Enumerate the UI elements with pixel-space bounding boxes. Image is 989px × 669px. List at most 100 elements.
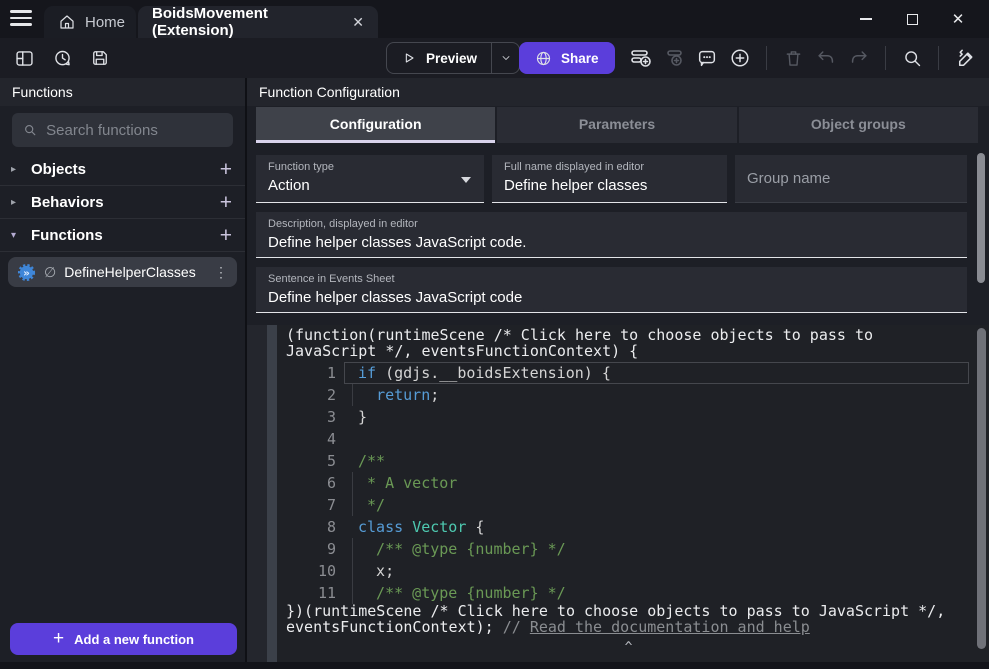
toolbar-right-icons xyxy=(629,46,977,70)
code-line-1[interactable]: 1if (gdjs.__boidsExtension) { xyxy=(286,362,971,384)
section-label: Behaviors xyxy=(31,194,211,211)
editor-expand-caret[interactable]: ^ xyxy=(286,640,971,655)
code-text: x; xyxy=(358,562,394,580)
code-text: /** xyxy=(358,452,385,470)
config-form: Function type Action Full name displayed… xyxy=(247,143,989,313)
code-line-2[interactable]: 2 return; xyxy=(286,384,971,406)
line-number: 3 xyxy=(286,408,336,426)
edit-scene-icon[interactable] xyxy=(953,46,977,70)
minimize-button[interactable] xyxy=(843,0,889,38)
chevron-right-icon[interactable]: ▸ xyxy=(11,197,22,208)
add-behavior-button[interactable]: + xyxy=(220,192,232,213)
more-options-icon[interactable]: ⋮ xyxy=(214,264,228,281)
editor-scrollbar[interactable] xyxy=(977,328,986,649)
function-name: DefineHelperClasses xyxy=(64,264,206,280)
config-panel-title: Function Configuration xyxy=(247,78,989,106)
search-icon xyxy=(23,122,37,138)
documentation-link[interactable]: Read the documentation and help xyxy=(530,618,810,636)
home-icon xyxy=(58,13,76,31)
group-name-field[interactable] xyxy=(735,155,967,203)
add-circle-icon[interactable] xyxy=(728,46,752,70)
section-label: Objects xyxy=(31,161,211,178)
project-manager-icon[interactable] xyxy=(12,46,36,70)
close-icon: ✕ xyxy=(952,10,965,28)
tab-home[interactable]: Home xyxy=(44,6,136,38)
group-name-input[interactable] xyxy=(747,170,955,187)
add-object-button[interactable]: + xyxy=(220,159,232,180)
function-icon: » xyxy=(17,263,36,282)
code-line-6[interactable]: 6 * A vector xyxy=(286,472,971,494)
preview-button-group: Preview xyxy=(386,42,520,74)
code-text: /** @type {number} */ xyxy=(358,540,566,558)
code-header-line[interactable]: (function(runtimeScene /* Click here to … xyxy=(286,328,971,359)
tab-parameters[interactable]: Parameters xyxy=(497,107,736,143)
line-number: 4 xyxy=(286,430,336,448)
code-line-11[interactable]: 11 /** @type {number} */ xyxy=(286,582,971,604)
code-line-4[interactable]: 4 xyxy=(286,428,971,450)
tab-home-label: Home xyxy=(85,14,125,31)
tab-close-icon[interactable]: ✕ xyxy=(352,14,364,31)
main-toolbar: Preview Share xyxy=(0,38,989,78)
description-field[interactable]: Description, displayed in editor Define … xyxy=(256,212,967,258)
maximize-icon xyxy=(907,14,918,25)
sidebar-item-functions[interactable]: ▾ Functions + xyxy=(0,219,245,252)
sidebar-item-objects[interactable]: ▸ Objects + xyxy=(0,153,245,186)
close-button[interactable]: ✕ xyxy=(935,0,981,38)
code-line-8[interactable]: 8class Vector { xyxy=(286,516,971,538)
tab-object-groups[interactable]: Object groups xyxy=(739,107,978,143)
preview-dropdown-button[interactable] xyxy=(491,43,519,73)
search-box[interactable] xyxy=(12,113,233,147)
code-text: class Vector { xyxy=(358,518,484,536)
function-type-value: Action xyxy=(268,177,472,194)
save-icon[interactable] xyxy=(88,46,112,70)
full-name-field[interactable]: Full name displayed in editor Define hel… xyxy=(492,155,727,203)
chevron-right-icon[interactable]: ▸ xyxy=(11,164,22,175)
window-bottom-edge xyxy=(0,662,989,669)
line-number: 7 xyxy=(286,496,336,514)
code-footer-line[interactable]: })(runtimeScene /* Click here to choose … xyxy=(286,604,971,635)
tab-active-extension[interactable]: BoidsMovement (Extension) ✕ xyxy=(138,6,378,38)
code-line-10[interactable]: 10 x; xyxy=(286,560,971,582)
code-line-3[interactable]: 3} xyxy=(286,406,971,428)
add-event-icon[interactable] xyxy=(629,46,653,70)
delete-icon[interactable] xyxy=(781,46,805,70)
function-configuration-panel: Function Configuration Configuration Par… xyxy=(247,78,989,662)
code-line-7[interactable]: 7 */ xyxy=(286,494,971,516)
code-line-9[interactable]: 9 /** @type {number} */ xyxy=(286,538,971,560)
menu-hamburger-icon[interactable] xyxy=(10,10,32,30)
main-area: Functions ▸ Objects + ▸ Behaviors + ▾ Fu… xyxy=(0,78,989,662)
line-number: 1 xyxy=(286,364,336,382)
editor-resize-handle[interactable] xyxy=(267,325,277,662)
preview-button[interactable]: Preview xyxy=(387,43,491,73)
minimize-icon xyxy=(860,18,872,20)
code-line-5[interactable]: 5/** xyxy=(286,450,971,472)
search-icon[interactable] xyxy=(900,46,924,70)
share-button[interactable]: Share xyxy=(519,42,615,74)
undo-icon[interactable] xyxy=(814,46,838,70)
search-input[interactable] xyxy=(46,122,222,139)
description-label: Description, displayed in editor xyxy=(268,218,955,230)
footer-comment-slashes: // xyxy=(503,618,530,636)
window-controls: ✕ xyxy=(843,0,981,38)
sidebar-item-behaviors[interactable]: ▸ Behaviors + xyxy=(0,186,245,219)
function-list-item-selected[interactable]: » ∅ DefineHelperClasses ⋮ xyxy=(8,257,237,287)
maximize-button[interactable] xyxy=(889,0,935,38)
add-comment-icon[interactable] xyxy=(695,46,719,70)
toolbar-divider xyxy=(766,46,767,70)
add-new-function-button[interactable]: + Add a new function xyxy=(10,623,237,655)
window-titlebar: Home BoidsMovement (Extension) ✕ ✕ xyxy=(0,0,989,38)
full-name-label: Full name displayed in editor xyxy=(504,161,715,173)
add-subevent-icon[interactable] xyxy=(662,46,686,70)
chevron-down-icon[interactable]: ▾ xyxy=(11,230,22,241)
add-function-button[interactable]: + xyxy=(220,225,232,246)
config-tabs: Configuration Parameters Object groups xyxy=(247,106,989,143)
function-type-select[interactable]: Function type Action xyxy=(256,155,484,203)
sentence-field[interactable]: Sentence in Events Sheet Define helper c… xyxy=(256,267,967,313)
line-number: 6 xyxy=(286,474,336,492)
code-editor[interactable]: (function(runtimeScene /* Click here to … xyxy=(277,325,989,662)
history-icon[interactable] xyxy=(50,46,74,70)
form-scrollbar[interactable] xyxy=(977,153,985,283)
sentence-value: Define helper classes JavaScript code xyxy=(268,289,955,306)
redo-icon[interactable] xyxy=(847,46,871,70)
tab-configuration[interactable]: Configuration xyxy=(256,107,495,143)
